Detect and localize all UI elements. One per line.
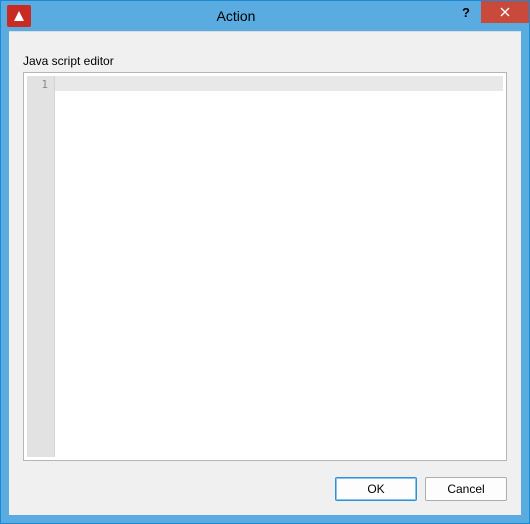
ok-button[interactable]: OK bbox=[335, 477, 417, 501]
window-controls: ? bbox=[451, 1, 529, 23]
code-input[interactable] bbox=[55, 76, 503, 457]
titlebar[interactable]: Action ? bbox=[1, 1, 529, 31]
window-title: Action bbox=[31, 1, 451, 31]
editor-frame: 1 bbox=[23, 72, 507, 461]
app-icon bbox=[7, 5, 31, 27]
cancel-button[interactable]: Cancel bbox=[425, 477, 507, 501]
close-icon bbox=[499, 6, 511, 18]
line-gutter: 1 bbox=[27, 76, 55, 457]
help-button[interactable]: ? bbox=[451, 1, 481, 23]
editor-label: Java script editor bbox=[23, 54, 114, 68]
client-area: Java script editor 1 OK Cancel bbox=[9, 31, 521, 515]
action-dialog: Action ? Java script editor 1 bbox=[0, 0, 530, 524]
code-area[interactable] bbox=[55, 76, 503, 457]
close-button[interactable] bbox=[481, 1, 529, 23]
dialog-footer: OK Cancel bbox=[335, 477, 507, 501]
line-number: 1 bbox=[27, 78, 48, 91]
code-editor[interactable]: 1 bbox=[27, 76, 503, 457]
